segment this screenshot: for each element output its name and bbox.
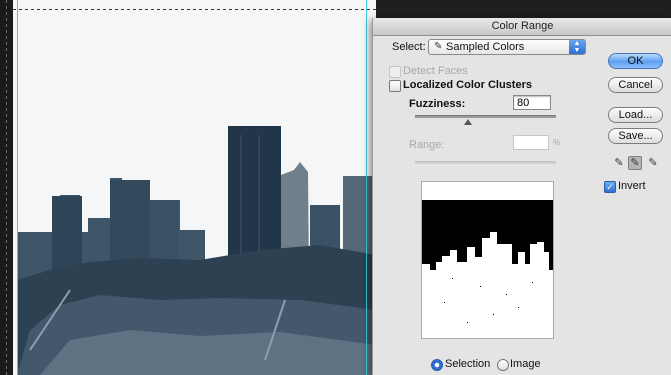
guide-line <box>366 0 367 375</box>
range-field[interactable] <box>513 135 549 150</box>
guide-line <box>17 0 18 375</box>
fuzziness-slider-track[interactable] <box>415 115 556 118</box>
localized-clusters-label: Localized Color Clusters <box>403 79 532 91</box>
eyedropper-minus-icon[interactable]: ✎ <box>646 156 660 170</box>
invert-checkbox[interactable]: ✓ <box>604 181 616 193</box>
left-ruler <box>0 0 13 375</box>
eyedropper-icon: ✎ <box>434 41 443 52</box>
select-popup[interactable]: ✎ Sampled Colors ▲ ▼ <box>428 39 586 55</box>
save-button[interactable]: Save... <box>608 128 663 144</box>
selection-marquee <box>13 9 376 10</box>
image-radio[interactable] <box>497 359 509 371</box>
fuzziness-label: Fuzziness: <box>409 98 466 110</box>
selection-radio-label: Selection <box>445 358 491 370</box>
selection-preview[interactable] <box>421 181 554 339</box>
localized-clusters-checkbox[interactable] <box>389 80 401 92</box>
fuzziness-field[interactable]: 80 <box>513 95 551 110</box>
eyedropper-plus-icon[interactable]: ✎ <box>628 156 642 170</box>
eyedropper-icon[interactable]: ✎ <box>612 156 626 170</box>
detect-faces-label: Detect Faces <box>403 65 468 77</box>
invert-label: Invert <box>618 180 646 192</box>
skyline-photo <box>17 126 376 375</box>
color-range-dialog: Color Range Select: ✎ Sampled Colors ▲ ▼ … <box>372 18 671 375</box>
document-canvas[interactable] <box>0 0 376 375</box>
range-unit: % <box>553 138 561 147</box>
select-label: Select: <box>392 41 426 53</box>
fuzziness-slider-thumb[interactable] <box>464 119 472 125</box>
select-value: Sampled Colors <box>446 41 525 53</box>
ok-button[interactable]: OK <box>608 53 663 69</box>
dialog-title[interactable]: Color Range <box>373 18 671 36</box>
preview-mask <box>422 200 553 323</box>
popup-arrows-icon: ▲ ▼ <box>569 40 585 54</box>
range-label: Range: <box>409 139 445 151</box>
selection-radio[interactable] <box>431 359 443 371</box>
image-radio-label: Image <box>510 358 541 370</box>
detect-faces-checkbox[interactable] <box>389 66 401 78</box>
cancel-button[interactable]: Cancel <box>608 77 663 93</box>
load-button[interactable]: Load... <box>608 107 663 123</box>
range-slider-track[interactable] <box>415 161 556 164</box>
